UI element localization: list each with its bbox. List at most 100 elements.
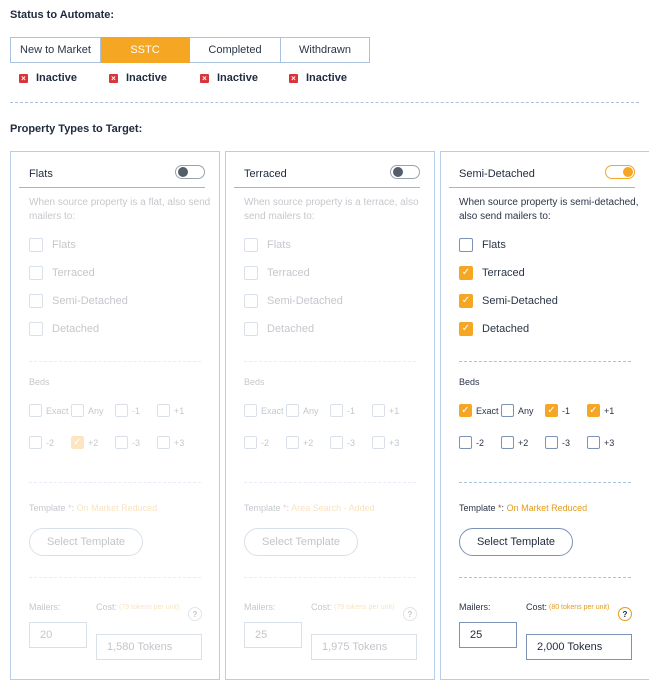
checkmark-icon[interactable]: ✓ <box>459 266 473 280</box>
beds-option[interactable]: -3 <box>545 436 570 449</box>
checkmark-icon[interactable]: ✓ <box>459 294 473 308</box>
checkbox[interactable] <box>244 294 258 308</box>
target-type-option[interactable]: Terraced <box>244 266 310 280</box>
beds-option[interactable]: ✓ Exact <box>459 404 499 417</box>
select-template-button[interactable]: Select Template <box>459 528 573 556</box>
beds-option[interactable]: ✓ +2 <box>71 436 98 449</box>
beds-option[interactable]: Exact <box>244 404 284 417</box>
segment-new-to-market[interactable]: New to Market <box>10 37 101 63</box>
beds-option[interactable]: +1 <box>372 404 399 417</box>
checkbox[interactable] <box>501 436 514 449</box>
segment-withdrawn[interactable]: Withdrawn <box>281 37 370 63</box>
template-label: Template *: Area Search - Added <box>244 503 375 513</box>
checkbox[interactable] <box>71 404 84 417</box>
status-indicators: × Inactive × Inactive × Inactive × Inactive <box>19 72 379 84</box>
checkbox[interactable] <box>157 404 170 417</box>
checkbox[interactable] <box>157 436 170 449</box>
target-type-option[interactable]: Flats <box>29 238 76 252</box>
beds-option[interactable]: Any <box>286 404 319 417</box>
beds-label: Beds <box>29 377 50 387</box>
beds-option[interactable]: Any <box>71 404 104 417</box>
cost-note: (80 tokens per unit) <box>549 604 610 611</box>
checkbox[interactable] <box>372 436 385 449</box>
checkbox[interactable] <box>244 322 258 336</box>
checkbox[interactable] <box>29 436 42 449</box>
help-icon[interactable]: ? <box>188 607 202 621</box>
card-divider <box>459 361 631 362</box>
card-description: When source property is a flat, also sen… <box>29 197 211 222</box>
checkbox[interactable] <box>545 436 558 449</box>
beds-option[interactable]: +2 <box>501 436 528 449</box>
select-template-button[interactable]: Select Template <box>244 528 358 556</box>
checkbox[interactable] <box>244 436 257 449</box>
beds-option[interactable]: +3 <box>157 436 184 449</box>
checkbox[interactable] <box>244 238 258 252</box>
checkbox[interactable] <box>115 436 128 449</box>
checkbox[interactable] <box>372 404 385 417</box>
beds-option[interactable]: ✓ +1 <box>587 404 614 417</box>
beds-option[interactable]: +3 <box>587 436 614 449</box>
segment-sstc[interactable]: SSTC <box>101 37 190 63</box>
checkmark-icon[interactable]: ✓ <box>71 436 84 449</box>
select-template-button[interactable]: Select Template <box>29 528 143 556</box>
checkbox[interactable] <box>29 294 43 308</box>
target-type-option[interactable]: Detached <box>244 322 314 336</box>
checkmark-icon[interactable]: ✓ <box>587 404 600 417</box>
checkbox[interactable] <box>286 436 299 449</box>
checkbox[interactable] <box>29 404 42 417</box>
checkbox[interactable] <box>29 322 43 336</box>
checkbox[interactable] <box>244 266 258 280</box>
beds-option[interactable]: -1 <box>115 404 140 417</box>
checkbox[interactable] <box>29 238 43 252</box>
beds-option[interactable]: +1 <box>157 404 184 417</box>
beds-option[interactable]: -3 <box>330 436 355 449</box>
checkmark-icon[interactable]: ✓ <box>545 404 558 417</box>
enable-toggle[interactable] <box>390 165 420 179</box>
enable-toggle[interactable] <box>175 165 205 179</box>
mailers-input[interactable]: 25 <box>459 622 517 648</box>
checkbox[interactable] <box>501 404 514 417</box>
template-label: Template *: On Market Reduced <box>29 503 158 513</box>
beds-option[interactable]: -2 <box>29 436 54 449</box>
checkbox[interactable] <box>286 404 299 417</box>
checkbox[interactable] <box>244 404 257 417</box>
target-type-option[interactable]: Detached <box>29 322 99 336</box>
help-icon[interactable]: ? <box>618 607 632 621</box>
beds-option[interactable]: ✓ -1 <box>545 404 570 417</box>
checkbox[interactable] <box>330 404 343 417</box>
tokens-field: 2,000 Tokens <box>526 634 632 660</box>
beds-option[interactable]: +3 <box>372 436 399 449</box>
card-divider <box>29 361 201 362</box>
target-type-option[interactable]: ✓ Detached <box>459 322 529 336</box>
checkmark-icon[interactable]: ✓ <box>459 404 472 417</box>
beds-option[interactable]: -2 <box>244 436 269 449</box>
target-type-option[interactable]: ✓ Semi-Detached <box>459 294 558 308</box>
close-icon: × <box>200 73 209 83</box>
status-indicator: × Inactive <box>109 72 200 84</box>
enable-toggle[interactable] <box>605 165 635 179</box>
checkbox[interactable] <box>459 436 472 449</box>
beds-option[interactable]: -2 <box>459 436 484 449</box>
mailers-input[interactable]: 25 <box>244 622 302 648</box>
target-type-option[interactable]: Semi-Detached <box>244 294 343 308</box>
status-indicator: × Inactive <box>19 72 109 84</box>
mailers-input[interactable]: 20 <box>29 622 87 648</box>
beds-option[interactable]: Any <box>501 404 534 417</box>
checkmark-icon[interactable]: ✓ <box>459 322 473 336</box>
beds-option[interactable]: -3 <box>115 436 140 449</box>
checkbox[interactable] <box>587 436 600 449</box>
checkbox[interactable] <box>459 238 473 252</box>
checkbox[interactable] <box>29 266 43 280</box>
target-type-option[interactable]: Flats <box>244 238 291 252</box>
checkbox[interactable] <box>330 436 343 449</box>
target-type-option[interactable]: Terraced <box>29 266 95 280</box>
beds-option[interactable]: Exact <box>29 404 69 417</box>
checkbox[interactable] <box>115 404 128 417</box>
target-type-option[interactable]: Flats <box>459 238 506 252</box>
beds-option[interactable]: +2 <box>286 436 313 449</box>
segment-completed[interactable]: Completed <box>190 37 281 63</box>
beds-option[interactable]: -1 <box>330 404 355 417</box>
target-type-option[interactable]: Semi-Detached <box>29 294 128 308</box>
target-type-option[interactable]: ✓ Terraced <box>459 266 525 280</box>
help-icon[interactable]: ? <box>403 607 417 621</box>
